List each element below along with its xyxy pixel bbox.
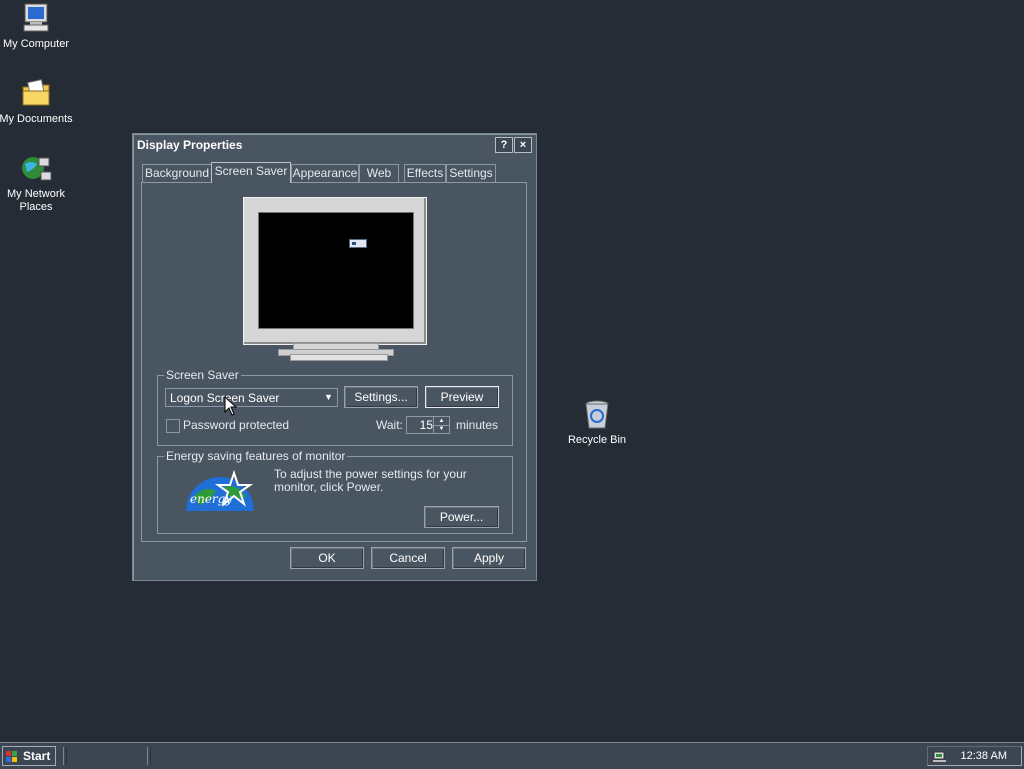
wait-minutes-spinner[interactable]: 15 ▲ ▼ (406, 416, 450, 434)
wait-unit-label: minutes (456, 418, 499, 432)
logon-screensaver-preview-icon (349, 239, 367, 248)
screensaver-select[interactable]: Logon Screen Saver ▼ (165, 388, 338, 407)
network-tray-icon[interactable] (932, 748, 948, 767)
desktop-icon-label: My Computer (2, 38, 70, 50)
windows-logo-icon (6, 750, 18, 762)
cancel-button[interactable]: Cancel (371, 547, 445, 569)
folder-documents-icon (19, 77, 53, 111)
taskbar-separator (63, 747, 67, 765)
desktop-icon-label: My Documents (0, 113, 73, 125)
apply-button[interactable]: Apply (452, 547, 526, 569)
energy-star-logo-icon: energy (184, 467, 256, 513)
chevron-down-icon[interactable]: ▼ (320, 389, 337, 406)
svg-text:energy: energy (190, 492, 232, 506)
power-button[interactable]: Power... (424, 506, 499, 528)
computer-icon (19, 2, 53, 36)
title-bar[interactable]: Display Properties ? × (134, 135, 535, 155)
energy-group-label: Energy saving features of monitor (164, 449, 348, 463)
desktop-icon-my-documents[interactable]: My Documents (0, 77, 74, 126)
desktop-icon-label: My Network Places (6, 188, 66, 213)
tab-effects[interactable]: Effects (404, 164, 446, 182)
taskbar-separator (147, 747, 151, 765)
password-protected-label: Password protected (183, 418, 290, 432)
mouse-cursor-icon (224, 395, 238, 416)
screensaver-groupbox: Screen Saver Logon Screen Saver ▼ Settin… (157, 368, 513, 446)
close-button[interactable]: × (514, 137, 532, 153)
tab-background[interactable]: Background (142, 164, 212, 182)
network-globe-icon (19, 152, 53, 186)
desktop-icon-recycle-bin[interactable]: Recycle Bin (559, 398, 635, 447)
energy-groupbox: Energy saving features of monitor energy… (157, 449, 513, 534)
spin-down-icon[interactable]: ▼ (433, 425, 449, 433)
tab-screen-saver[interactable]: Screen Saver (211, 162, 291, 183)
desktop-icon-my-network-places[interactable]: My Network Places (0, 152, 74, 214)
monitor-preview (243, 197, 427, 345)
recycle-bin-icon (580, 398, 614, 432)
energy-description: To adjust the power settings for your mo… (274, 467, 467, 494)
wait-value: 15 (419, 418, 433, 432)
desktop-icon-label: Recycle Bin (567, 434, 627, 446)
start-label: Start (23, 749, 51, 763)
monitor-stand-foot (290, 354, 388, 361)
desktop-icon-my-computer[interactable]: My Computer (0, 2, 74, 51)
tab-settings[interactable]: Settings (446, 164, 496, 182)
taskbar: Start 12:38 AM (0, 742, 1024, 769)
wait-label: Wait: (376, 418, 403, 432)
preview-screen (258, 212, 414, 329)
preview-button[interactable]: Preview (425, 386, 499, 408)
help-button[interactable]: ? (495, 137, 513, 153)
password-protected-checkbox[interactable] (166, 419, 180, 433)
settings-button[interactable]: Settings... (344, 386, 418, 408)
screensaver-group-label: Screen Saver (164, 368, 241, 382)
display-properties-window: Display Properties ? × Background Screen… (132, 133, 537, 581)
ok-button[interactable]: OK (290, 547, 364, 569)
tab-web[interactable]: Web (359, 164, 399, 182)
screen-saver-panel: Screen Saver Logon Screen Saver ▼ Settin… (141, 182, 527, 542)
clock[interactable]: 12:38 AM (961, 750, 1007, 762)
start-button[interactable]: Start (2, 746, 56, 766)
system-tray: 12:38 AM (927, 746, 1022, 766)
tab-appearance[interactable]: Appearance (291, 164, 359, 182)
window-title: Display Properties (137, 138, 243, 152)
